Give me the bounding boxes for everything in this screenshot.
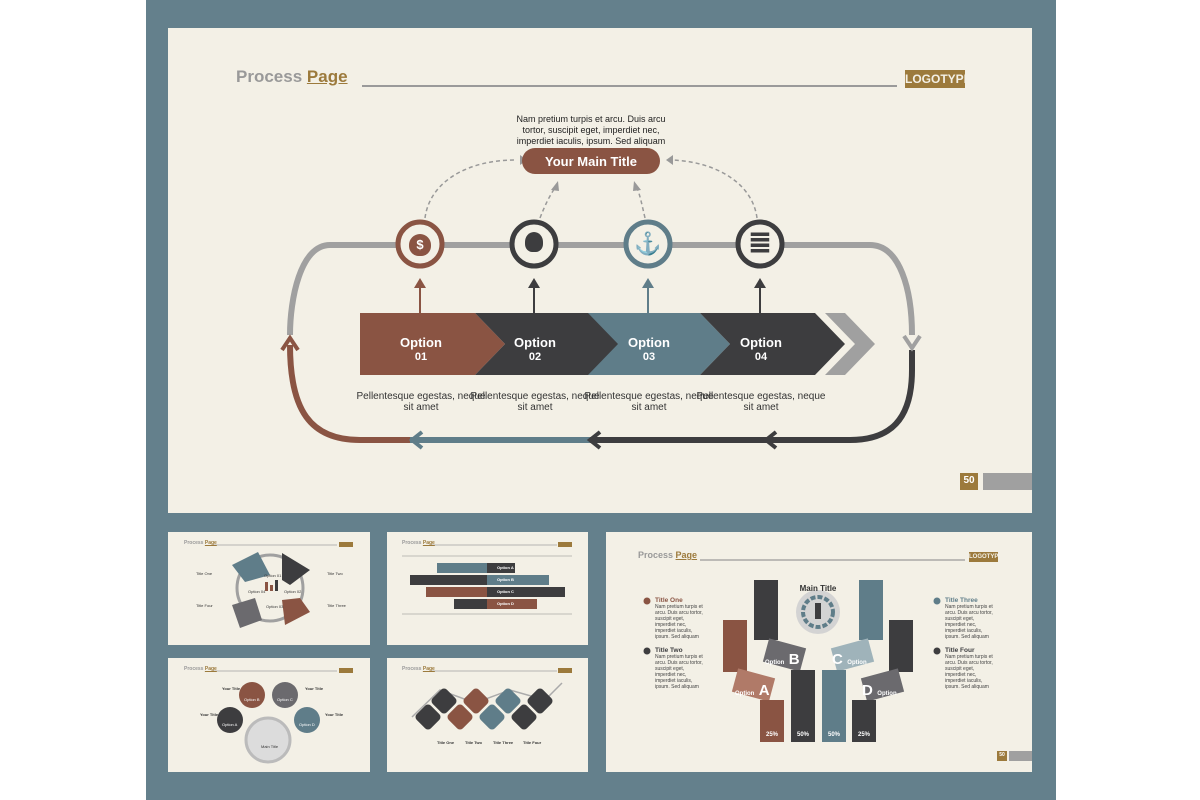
zigzag-title: Title Two: [465, 740, 482, 745]
zigzag-title: Title Four: [523, 740, 542, 745]
thumb-header: Process Page: [184, 540, 217, 546]
large-main-title: Main Title: [799, 584, 837, 593]
side-title-one: Title One Nam pretium turpis et arcu. Dui…: [655, 597, 703, 640]
option-d-label: D Option: [862, 682, 897, 699]
bubble-title: Your Title: [222, 686, 241, 691]
thumb-header: Process Page: [402, 666, 435, 672]
percent-d: 25%: [857, 732, 871, 738]
logotype: LOGOTYPE: [969, 552, 1003, 562]
bubble-center: Main Title: [261, 744, 279, 749]
cycle-option: Option 01: [264, 573, 282, 578]
cycle-title: Title Three: [327, 603, 346, 608]
bubble-option: Option B: [244, 697, 260, 702]
bubble-option: Option D: [299, 722, 315, 727]
option-b-label: Option B: [765, 651, 800, 668]
cycle-title: Title Two: [327, 571, 343, 576]
percent-a: 25%: [765, 732, 779, 738]
bubble-title: Your Title: [305, 686, 324, 691]
zigzag-title: Title One: [437, 740, 455, 745]
option-a-label: Option A: [735, 682, 770, 699]
thumb-diagrams: [212, 542, 1032, 764]
bar-option: Option C: [497, 589, 514, 594]
zigzag-title: Title Three: [493, 740, 514, 745]
bar-option: Option B: [497, 577, 514, 582]
cycle-option: Option 02: [284, 589, 302, 594]
bubble-option: Option A: [222, 722, 238, 727]
bubble-title: Your Title: [325, 712, 344, 717]
thumb-header: Process Page: [402, 540, 435, 546]
cycle-option: Option 03: [266, 604, 284, 609]
large-page-number: 50: [999, 752, 1005, 758]
side-title-three: Title Three Nam pretium turpis et arcu. D…: [945, 597, 993, 640]
person-icon: [815, 603, 821, 619]
cycle-title: Title One: [196, 571, 213, 576]
bar-option: Option D: [497, 601, 514, 606]
option-c-label: C Option: [832, 651, 867, 668]
thumb-header: Process Page: [184, 666, 217, 672]
large-header-title: Process Page: [638, 550, 698, 560]
bar-option: Option A: [497, 565, 514, 570]
bubble-option: Option C: [277, 697, 293, 702]
bubble-title: Your Title: [200, 712, 219, 717]
cycle-title: Title Four: [196, 603, 213, 608]
side-title-two: Title Two Nam pretium turpis et arcu. Dui…: [655, 647, 703, 690]
cycle-option: Option 04: [248, 589, 266, 594]
side-title-four: Title Four Nam pretium turpis et arcu. Du…: [945, 647, 993, 690]
percent-b: 50%: [796, 732, 810, 738]
percent-c: 50%: [827, 732, 841, 738]
